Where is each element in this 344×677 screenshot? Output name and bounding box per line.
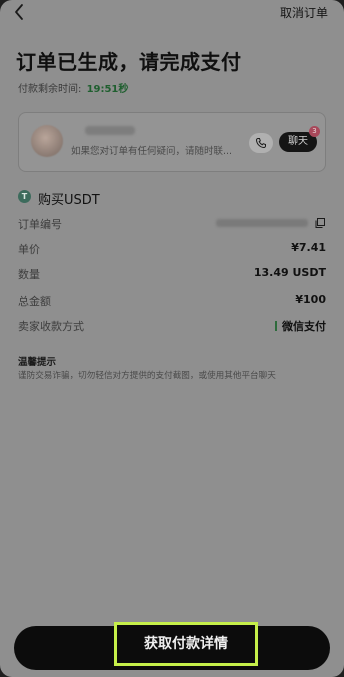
tips-title: 温馨提示 bbox=[18, 357, 57, 368]
seller-message: 如果您对订单有任何疑问，请随时联... bbox=[71, 146, 233, 157]
cancel-order-button[interactable]: 取消订单 bbox=[280, 4, 328, 21]
total-amount-row: 总金额 ¥100 bbox=[18, 293, 326, 309]
chevron-left-icon[interactable] bbox=[10, 2, 30, 22]
order-payment-screen: 取消订单 订单已生成，请完成支付 付款剩余时间: 19:51秒 如果您对订单有任… bbox=[0, 0, 344, 677]
usdt-icon: T bbox=[18, 190, 31, 203]
page-title: 订单已生成，请完成支付 bbox=[16, 50, 242, 74]
copy-icon[interactable] bbox=[314, 217, 326, 229]
call-button[interactable] bbox=[249, 133, 273, 153]
unread-badge: 3 bbox=[309, 126, 320, 137]
seller-card: 如果您对订单有任何疑问，请随时联... 聊天 3 bbox=[18, 112, 326, 172]
unit-price-value: ¥7.41 bbox=[291, 241, 326, 254]
order-number-row: 订单编号 bbox=[18, 216, 326, 232]
quantity-row: 数量 13.49 USDT bbox=[18, 266, 326, 282]
seller-name-redacted bbox=[85, 126, 135, 135]
quantity-value: 13.49 USDT bbox=[253, 266, 326, 279]
timer-value: 19:51秒 bbox=[86, 84, 129, 95]
order-number-label: 订单编号 bbox=[18, 218, 62, 231]
phone-icon bbox=[255, 138, 266, 149]
payment-method-text: 微信支付 bbox=[282, 320, 326, 333]
total-amount-label: 总金额 bbox=[18, 295, 51, 308]
payment-timer: 付款剩余时间: 19:51秒 bbox=[18, 80, 128, 95]
unit-price-row: 单价 ¥7.41 bbox=[18, 241, 326, 257]
timer-label: 付款剩余时间: bbox=[18, 84, 82, 95]
wechat-pay-mark bbox=[275, 321, 277, 331]
payment-method-row: 卖家收款方式 微信支付 bbox=[18, 318, 326, 334]
unit-price-label: 单价 bbox=[18, 243, 40, 256]
quantity-label: 数量 bbox=[18, 268, 40, 281]
total-amount-value: ¥100 bbox=[295, 293, 326, 306]
payment-method-label: 卖家收款方式 bbox=[18, 320, 84, 333]
buy-label: 购买USDT bbox=[38, 193, 100, 208]
payment-method-value: 微信支付 bbox=[275, 318, 326, 334]
seller-avatar bbox=[31, 125, 63, 157]
order-number-redacted bbox=[216, 219, 308, 227]
top-bar: 取消订单 bbox=[0, 0, 344, 26]
get-payment-details-button[interactable]: 获取付款详情 bbox=[114, 622, 258, 666]
tips-text: 谨防交易诈骗，切勿轻信对方提供的支付截图，或使用其他平台聊天 bbox=[18, 371, 276, 381]
